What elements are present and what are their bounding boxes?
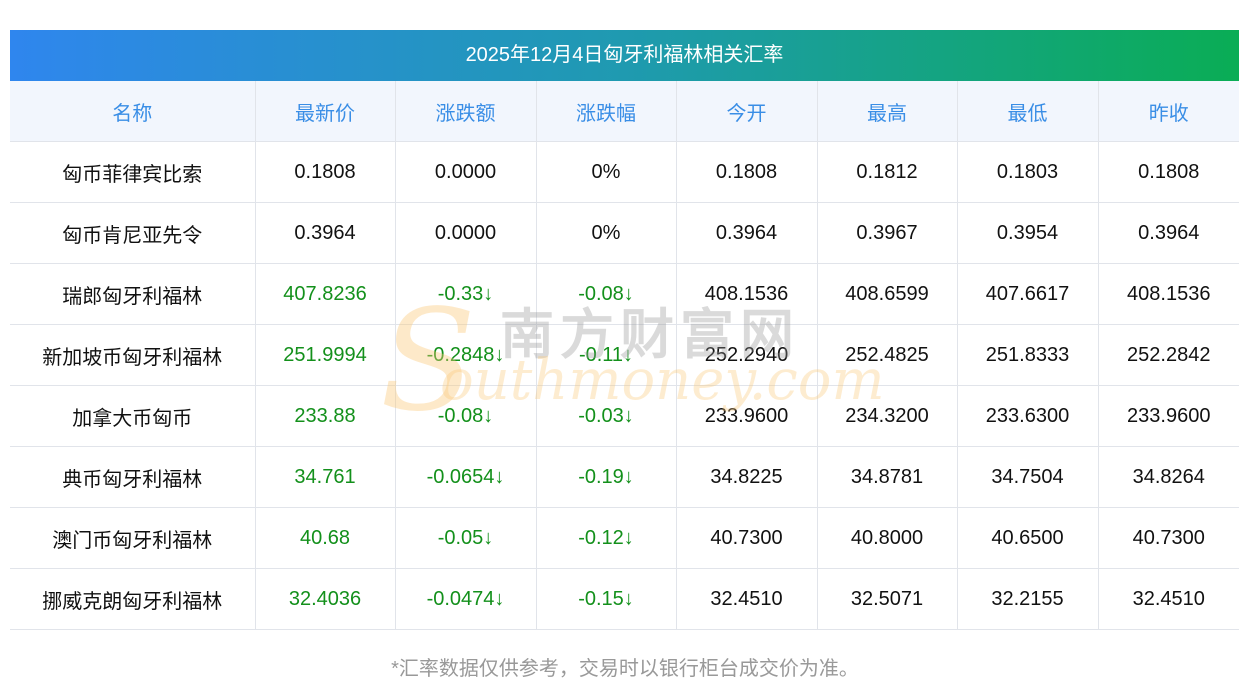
rate-cell: 32.4510	[1097, 568, 1239, 630]
rate-cell: 40.7300	[1097, 507, 1239, 569]
rate-cell: 408.1536	[1097, 263, 1239, 325]
exchange-rate-table: 名称 最新价 涨跌额 涨跌幅 今开 最高 最低 昨收 匈币菲律宾比索 0.1808 0.0000 0…	[10, 81, 1239, 630]
rate-cell: 234.3200	[816, 385, 957, 447]
rate-cell: -0.15↓	[535, 568, 676, 630]
rate-cell: 407.6617	[956, 263, 1098, 325]
rate-cell: 0.3964	[675, 202, 817, 264]
rate-cell: 0.3964	[254, 202, 395, 264]
rate-cell: 233.9600	[675, 385, 817, 447]
column-header: 今开	[675, 81, 817, 142]
exchange-rate-table-panel: 2025年12月4日匈牙利福林相关汇率 名称 最新价 涨跌额 涨跌幅 今开 最高 最低 昨收 …	[10, 30, 1239, 630]
header-row: 名称 最新价 涨跌额 涨跌幅 今开 最高 最低 昨收	[10, 81, 1239, 142]
table-row: 加拿大币匈币 233.88 -0.08↓ -0.03↓ 233.9600 234.3200…	[10, 385, 1239, 447]
rate-cell: 252.4825	[816, 324, 957, 386]
column-header: 最高	[816, 81, 957, 142]
rate-cell: 0.3967	[816, 202, 957, 264]
rate-cell: 233.6300	[956, 385, 1098, 447]
table-row: 瑞郎匈牙利福林 407.8236 -0.33↓ -0.08↓ 408.1536 408.6…	[10, 263, 1239, 325]
rate-cell: 408.1536	[675, 263, 817, 325]
currency-pair-name: 瑞郎匈牙利福林	[10, 263, 255, 325]
rate-cell: 0.3954	[956, 202, 1098, 264]
rate-cell: 34.7504	[956, 446, 1098, 508]
rate-cell: 34.8225	[675, 446, 817, 508]
table-row: 挪威克朗匈牙利福林 32.4036 -0.0474↓ -0.15↓ 32.4510 32.…	[10, 568, 1239, 630]
rate-cell: 0.3964	[1097, 202, 1239, 264]
rate-cell: 251.9994	[254, 324, 395, 386]
rate-cell: 408.6599	[816, 263, 957, 325]
rate-cell: -0.33↓	[394, 263, 536, 325]
rate-cell: 233.9600	[1097, 385, 1239, 447]
rate-cell: -0.0654↓	[394, 446, 536, 508]
currency-pair-name: 挪威克朗匈牙利福林	[10, 568, 255, 630]
rate-cell: 34.8781	[816, 446, 957, 508]
rate-cell: 0.1808	[1097, 141, 1239, 203]
table-row: 新加坡币匈牙利福林 251.9994 -0.2848↓ -0.11↓ 252.2940 2…	[10, 324, 1239, 386]
rate-cell: 0%	[535, 141, 676, 203]
rate-cell: 32.2155	[956, 568, 1098, 630]
rate-cell: -0.08↓	[394, 385, 536, 447]
rate-cell: 40.68	[254, 507, 395, 569]
rate-cell: 0.1808	[254, 141, 395, 203]
table-title: 2025年12月4日匈牙利福林相关汇率	[10, 30, 1239, 81]
table-row: 典币匈牙利福林 34.761 -0.0654↓ -0.19↓ 34.8225 34.878…	[10, 446, 1239, 508]
rate-cell: 40.7300	[675, 507, 817, 569]
rate-cell: 32.5071	[816, 568, 957, 630]
currency-pair-name: 典币匈牙利福林	[10, 446, 255, 508]
rate-cell: 252.2842	[1097, 324, 1239, 386]
rate-cell: -0.11↓	[535, 324, 676, 386]
rate-cell: -0.05↓	[394, 507, 536, 569]
table-row: 匈币肯尼亚先令 0.3964 0.0000 0% 0.3964 0.3967 0.3954 0…	[10, 202, 1239, 264]
table-row: 匈币菲律宾比索 0.1808 0.0000 0% 0.1808 0.1812 0.1803 0…	[10, 141, 1239, 203]
column-header: 最低	[956, 81, 1098, 142]
rate-cell: 0.1803	[956, 141, 1098, 203]
column-header: 涨跌幅	[535, 81, 676, 142]
rate-cell: -0.0474↓	[394, 568, 536, 630]
rate-cell: 32.4510	[675, 568, 817, 630]
column-header: 昨收	[1097, 81, 1239, 142]
currency-pair-name: 加拿大币匈币	[10, 385, 255, 447]
rate-cell: -0.03↓	[535, 385, 676, 447]
table-row: 澳门币匈牙利福林 40.68 -0.05↓ -0.12↓ 40.7300 40.8000 4…	[10, 507, 1239, 569]
currency-pair-name: 新加坡币匈牙利福林	[10, 324, 255, 386]
rate-cell: -0.08↓	[535, 263, 676, 325]
rate-cell: 32.4036	[254, 568, 395, 630]
column-header: 名称	[10, 81, 255, 142]
rate-cell: 233.88	[254, 385, 395, 447]
rate-cell: 0.1812	[816, 141, 957, 203]
rate-cell: 252.2940	[675, 324, 817, 386]
currency-pair-name: 澳门币匈牙利福林	[10, 507, 255, 569]
disclaimer-footer: *汇率数据仅供参考，交易时以银行柜台成交价为准。	[391, 658, 859, 680]
column-header: 涨跌额	[394, 81, 536, 142]
rate-cell: 0%	[535, 202, 676, 264]
rate-cell: -0.19↓	[535, 446, 676, 508]
rate-cell: 407.8236	[254, 263, 395, 325]
rate-cell: -0.12↓	[535, 507, 676, 569]
rate-cell: -0.2848↓	[394, 324, 536, 386]
rate-cell: 40.6500	[956, 507, 1098, 569]
column-header: 最新价	[254, 81, 395, 142]
rate-cell: 34.761	[254, 446, 395, 508]
rate-cell: 34.8264	[1097, 446, 1239, 508]
rate-cell: 40.8000	[816, 507, 957, 569]
currency-pair-name: 匈币菲律宾比索	[10, 141, 255, 203]
rate-cell: 0.0000	[394, 202, 536, 264]
rate-cell: 0.1808	[675, 141, 817, 203]
rate-cell: 0.0000	[394, 141, 536, 203]
rate-cell: 251.8333	[956, 324, 1098, 386]
currency-pair-name: 匈币肯尼亚先令	[10, 202, 255, 264]
